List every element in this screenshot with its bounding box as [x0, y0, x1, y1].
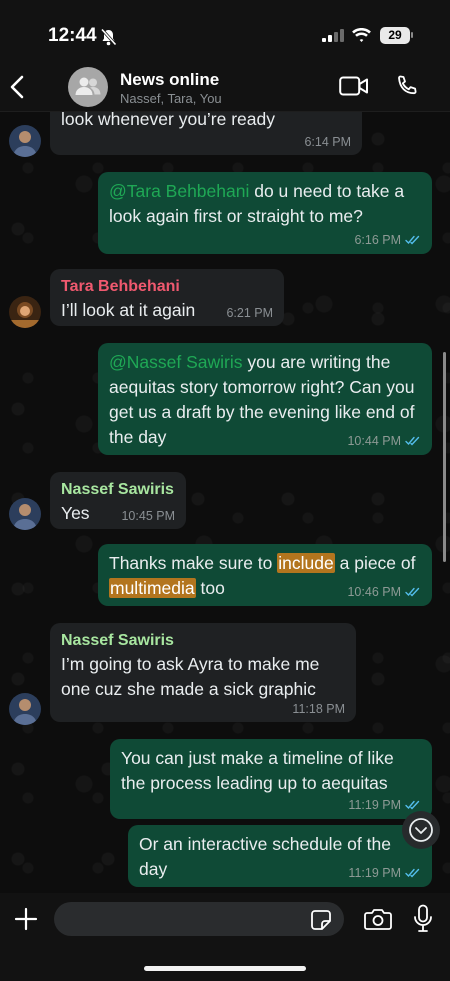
scroll-down-button[interactable]	[402, 811, 440, 849]
message-time: 11:19 PM	[348, 866, 421, 881]
message-time: 10:44 PM	[347, 434, 421, 449]
chat-title[interactable]: News online	[120, 70, 219, 90]
message-outgoing[interactable]: Or an interactive schedule of the day 11…	[128, 825, 432, 887]
message-time: 6:21 PM	[226, 306, 273, 320]
message-text: look whenever you’re ready	[61, 112, 276, 129]
message-incoming[interactable]: Nassef Sawiris I’m going to ask Ayra to …	[50, 623, 356, 722]
cellular-signal-icon	[322, 29, 344, 47]
silent-mode-icon	[100, 28, 117, 51]
scroll-down-icon	[409, 818, 433, 842]
avatar-tara[interactable]	[9, 296, 41, 328]
message-input[interactable]	[54, 902, 344, 936]
time-text: 11:19 PM	[348, 798, 401, 812]
search-highlight: multimedia	[109, 578, 196, 598]
avatar-nassef[interactable]	[9, 693, 41, 725]
battery-tip	[411, 32, 413, 38]
message-incoming[interactable]: Tara Behbehani I’ll look at it again 6:2…	[50, 269, 284, 326]
message-text: @Tara Behbehani do u need to take a look…	[109, 179, 421, 229]
video-call-icon[interactable]	[339, 76, 369, 101]
time-text: 10:44 PM	[347, 434, 401, 448]
message-outgoing[interactable]: You can just make a timeline of like the…	[110, 739, 432, 819]
chat-header: News online Nassef, Tara, You	[0, 62, 450, 112]
status-time: 12:44	[48, 25, 97, 46]
message-text: I’m going to ask Ayra to make me one cuz…	[61, 654, 320, 699]
message-list[interactable]: look whenever you’re ready 6:14 PM @Tara…	[0, 112, 450, 893]
avatar-nassef[interactable]	[9, 125, 41, 157]
read-receipt-icon	[405, 435, 421, 449]
sender-name-nassef[interactable]: Nassef Sawiris	[61, 630, 345, 652]
time-text: 6:16 PM	[354, 233, 401, 247]
message-incoming[interactable]: look whenever you’re ready 6:14 PM	[50, 112, 362, 155]
battery-indicator: 29	[380, 27, 410, 44]
message-text: You can just make a timeline of like the…	[121, 748, 394, 793]
back-chevron-icon[interactable]	[8, 74, 28, 105]
phone-icon[interactable]	[395, 74, 419, 103]
camera-icon[interactable]	[364, 907, 392, 936]
read-receipt-icon	[405, 867, 421, 881]
wifi-icon	[351, 27, 372, 48]
avatar-nassef[interactable]	[9, 498, 41, 530]
time-text: 11:19 PM	[348, 866, 401, 880]
message-body: too	[195, 578, 225, 598]
time-text: 10:46 PM	[347, 585, 401, 599]
message-time: 6:16 PM	[354, 233, 421, 248]
message-outgoing[interactable]: @Tara Behbehani do u need to take a look…	[98, 172, 432, 254]
message-outgoing[interactable]: Thanks make sure to include a piece of m…	[98, 544, 432, 606]
search-highlight: include	[277, 553, 335, 573]
plus-icon[interactable]	[12, 905, 40, 938]
mention-nassef[interactable]: @Nassef Sawiris	[109, 352, 243, 372]
message-body: a piece of	[334, 553, 416, 573]
sender-name-nassef[interactable]: Nassef Sawiris	[61, 479, 175, 501]
status-bar: 12:44 29	[0, 0, 450, 62]
home-indicator[interactable]	[144, 966, 306, 971]
microphone-icon[interactable]	[412, 904, 434, 939]
scrollbar[interactable]	[443, 352, 446, 562]
message-time: 11:18 PM	[292, 702, 345, 716]
message-body: Thanks make sure to	[109, 553, 278, 573]
mention-tara[interactable]: @Tara Behbehani	[109, 181, 249, 201]
chat-participants[interactable]: Nassef, Tara, You	[120, 91, 222, 106]
sender-name-tara[interactable]: Tara Behbehani	[61, 276, 273, 298]
read-receipt-icon	[405, 586, 421, 600]
read-receipt-icon	[405, 234, 421, 248]
message-incoming[interactable]: Nassef Sawiris Yes 10:45 PM	[50, 472, 186, 529]
message-time: 10:45 PM	[121, 509, 175, 523]
message-time: 10:46 PM	[347, 585, 421, 600]
message-time: 6:14 PM	[304, 135, 351, 149]
group-avatar-icon[interactable]	[68, 67, 108, 107]
message-outgoing[interactable]: @Nassef Sawiris you are writing the aequ…	[98, 343, 432, 455]
sticker-icon[interactable]	[310, 909, 332, 936]
